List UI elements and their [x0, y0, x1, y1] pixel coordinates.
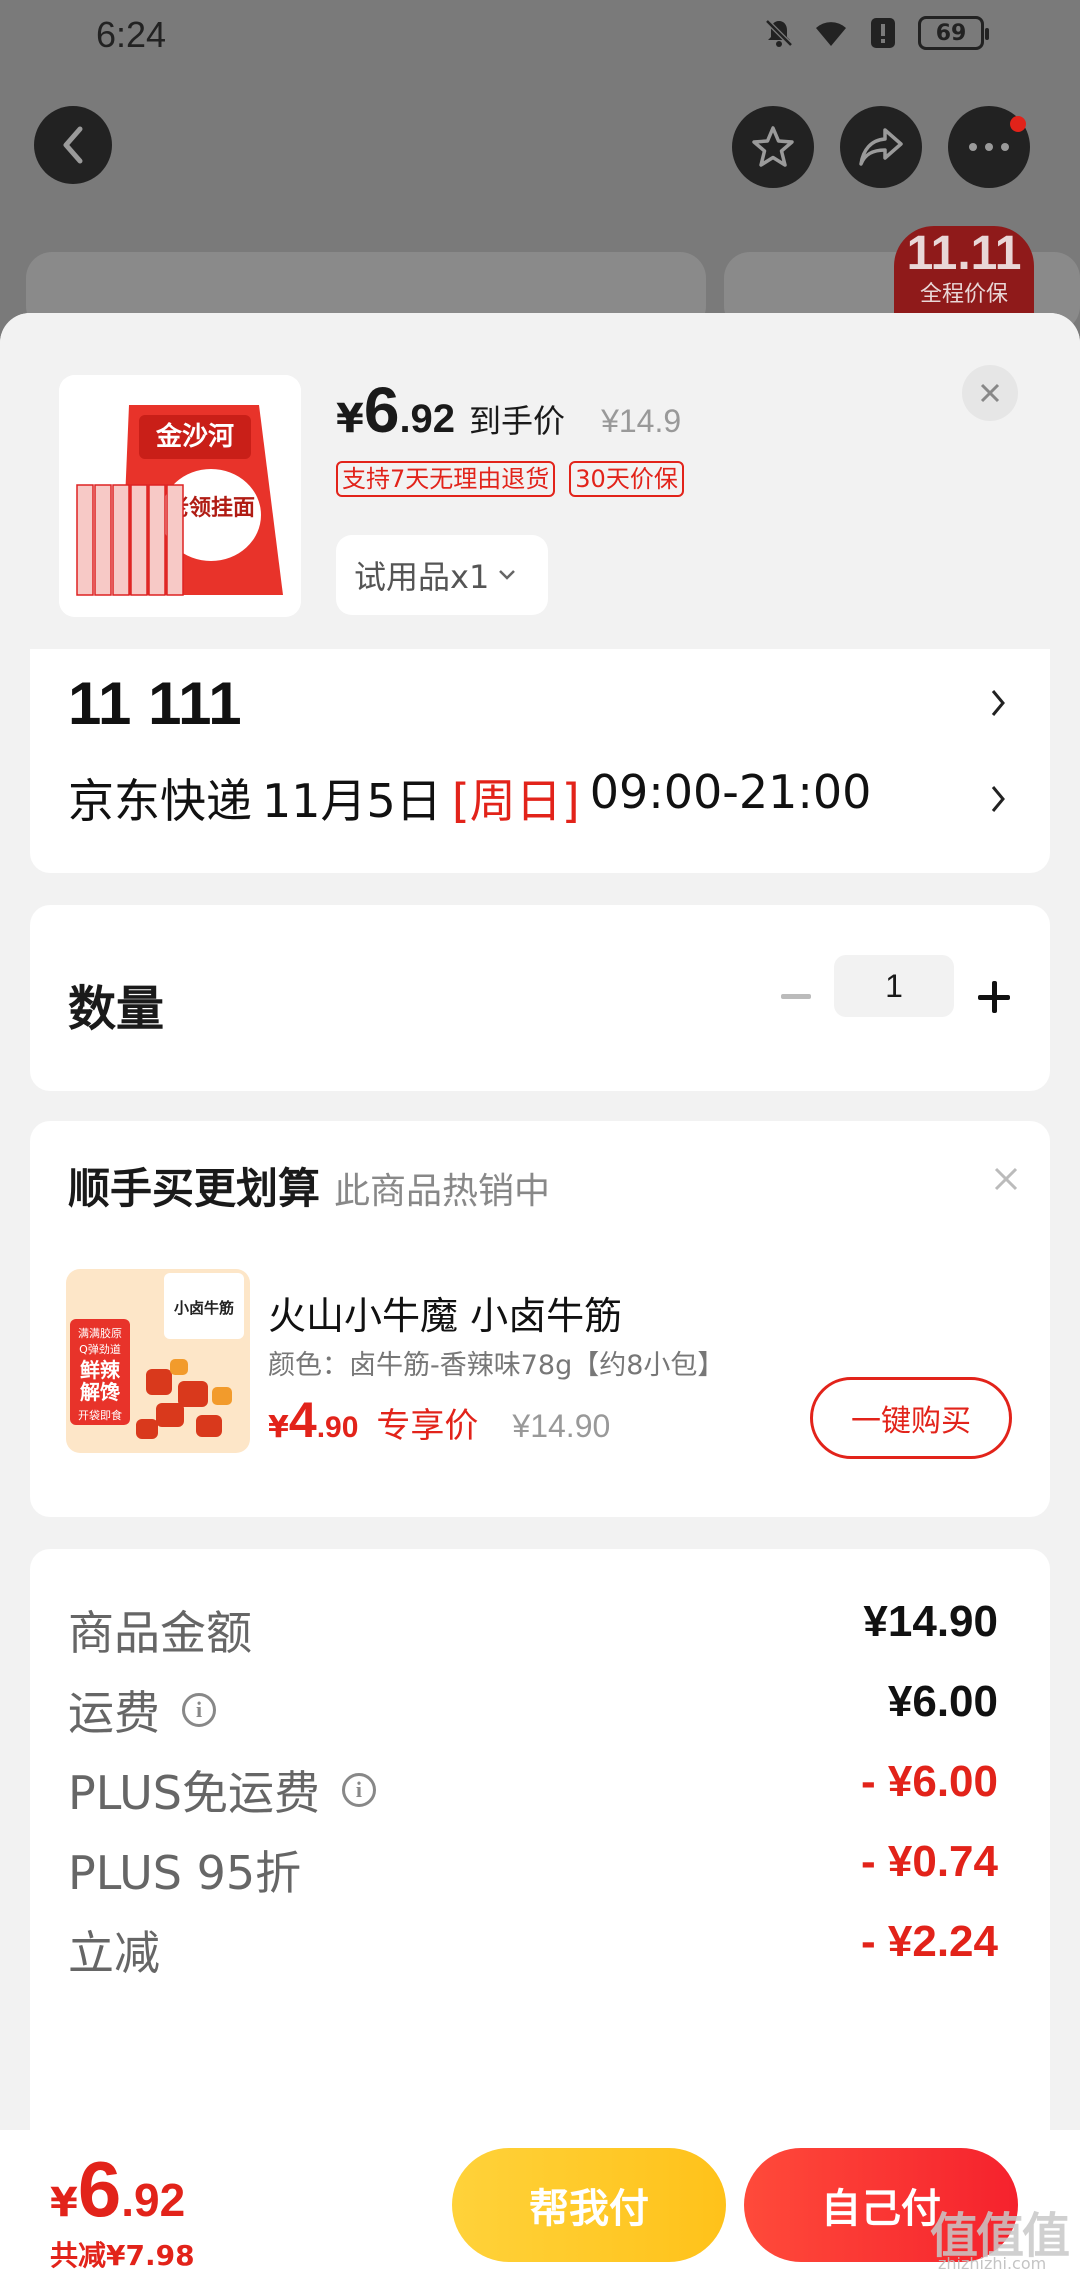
price-row: ¥ 6 .92 到手价 ¥14.9	[336, 373, 681, 447]
back-icon	[63, 126, 83, 164]
upsell-price-integer: 4	[288, 1392, 317, 1448]
total-price: ¥ 6 .92	[50, 2144, 185, 2235]
price-integer: 6	[363, 374, 400, 446]
upsell-original-price: ¥14.90	[512, 1408, 611, 1444]
upsell-subtitle: 此商品热销中	[334, 1171, 551, 1212]
watermark-url: zhizhizhi.com	[938, 2254, 1047, 2273]
wifi-icon	[814, 16, 848, 50]
upsell-header: 顺手买更划算 此商品热销中	[68, 1155, 550, 1216]
summary-value: ¥14.90	[863, 1597, 998, 1646]
upsell-image-tag: 鲜辣	[80, 1358, 121, 1382]
product-image-brand: 金沙河	[155, 421, 234, 452]
delivery-info[interactable]: 京东快递 11月5日 [周日] 09:00-21:00	[68, 765, 871, 831]
product-header: 金沙河 老领挂面 ¥ 6 .92 到手价 ¥14.9 支持7天无理由退货 30天…	[0, 313, 1080, 651]
status-time: 6:24	[96, 14, 167, 55]
status-bar: 6:24 69	[0, 0, 1080, 80]
close-icon	[980, 383, 1000, 403]
delivery-day: [周日]	[451, 774, 580, 828]
promo-banner-subtitle: 全程价保	[919, 282, 1008, 307]
upsell-image-label: 小卤牛筋	[174, 1299, 234, 1317]
total-integer: 6	[77, 2145, 122, 2233]
quantity-card: 数量 1	[30, 905, 1050, 1091]
delivery-date: 11月5日	[262, 774, 442, 828]
upsell-card: 顺手买更划算 此商品热销中 满满胶原 Q弹劲道 鲜辣 解馋 开袋即食 小卤牛筋 …	[30, 1121, 1050, 1517]
summary-value: - ¥2.24	[861, 1917, 998, 1966]
upsell-image-tag: 开袋即食	[78, 1408, 122, 1422]
chevron-down-icon	[499, 570, 516, 580]
upsell-image-tag: 满满胶原	[78, 1326, 122, 1340]
total-currency: ¥	[50, 2180, 78, 2226]
summary-value: ¥6.00	[887, 1677, 998, 1726]
promo-banner-title: 11.11	[906, 227, 1022, 280]
back-button[interactable]	[34, 106, 112, 184]
chevron-right-icon[interactable]	[984, 683, 1012, 723]
quantity-decrease-button[interactable]	[774, 975, 818, 1019]
quantity-label: 数量	[68, 981, 165, 1037]
price-label: 到手价	[469, 402, 566, 440]
product-thumbnail: 金沙河 老领挂面	[59, 375, 301, 617]
plus-icon	[978, 981, 1010, 1013]
summary-row: PLUS免运费 i - ¥6.00	[68, 1757, 998, 1820]
upsell-image-tag: Q弹劲道	[79, 1342, 121, 1356]
summary-label: PLUS 95折	[68, 1846, 302, 1900]
delivery-carrier: 京东快递	[68, 774, 252, 828]
service-tag: 支持7天无理由退货	[336, 461, 556, 497]
one-click-buy-button[interactable]: 一键购买	[810, 1377, 1012, 1459]
quantity-value[interactable]: 1	[834, 955, 954, 1017]
more-icon	[969, 143, 1009, 151]
mute-icon	[762, 16, 796, 50]
total-decimal: .92	[121, 2174, 186, 2226]
original-price: ¥14.9	[601, 403, 682, 439]
upsell-product-name[interactable]: 火山小牛魔 小卤牛筋	[268, 1285, 622, 1340]
more-button[interactable]	[948, 106, 1030, 188]
checkout-bar: ¥ 6 .92 共减¥7.98 帮我付 自己付	[0, 2130, 1080, 2280]
upsell-price-decimal: .90	[316, 1411, 359, 1444]
upsell-price-label: 专享价	[376, 1406, 479, 1446]
share-icon	[859, 128, 903, 166]
summary-value: - ¥0.74	[861, 1837, 998, 1886]
battery-icon: 69	[918, 16, 989, 50]
variant-selector[interactable]: 试用品x1	[336, 535, 548, 615]
upsell-close-button[interactable]	[984, 1157, 1028, 1201]
upsell-price-currency: ¥	[268, 1410, 289, 1445]
variant-label: 试用品x1	[354, 558, 490, 596]
upsell-image-tag: 解馋	[80, 1380, 120, 1404]
summary-value: - ¥6.00	[861, 1757, 998, 1806]
price-currency: ¥	[336, 396, 364, 442]
upsell-price-row: ¥ 4 .90 专享价 ¥14.90	[268, 1391, 610, 1449]
share-button[interactable]	[840, 106, 922, 188]
notification-dot	[1010, 116, 1026, 132]
alert-icon	[866, 16, 900, 50]
summary-label: 运费 i	[68, 1677, 216, 1743]
address-card: 11 111 京东快递 11月5日 [周日] 09:00-21:00	[30, 649, 1050, 873]
info-icon[interactable]: i	[182, 1693, 216, 1727]
service-tag: 30天价保	[569, 461, 684, 497]
summary-row: 商品金额 ¥14.90	[68, 1597, 998, 1660]
minus-icon	[781, 994, 811, 999]
summary-label: 商品金额	[68, 1606, 252, 1660]
help-pay-button[interactable]: 帮我付	[452, 2148, 726, 2262]
upsell-title: 顺手买更划算	[68, 1164, 321, 1213]
summary-row: 立减 - ¥2.24	[68, 1917, 998, 1980]
close-button[interactable]	[962, 365, 1018, 421]
service-tags: 支持7天无理由退货 30天价保	[336, 461, 684, 497]
chevron-right-icon[interactable]	[984, 779, 1012, 819]
delivery-time: 09:00-21:00	[589, 765, 872, 819]
status-icons: 69	[762, 16, 989, 50]
checkout-sheet: 金沙河 老领挂面 ¥ 6 .92 到手价 ¥14.9 支持7天无理由退货 30天…	[0, 313, 1080, 2280]
upsell-product-spec: 颜色：卤牛筋-香辣味78g【约8小包】	[268, 1350, 725, 1381]
summary-row: PLUS 95折 - ¥0.74	[68, 1837, 998, 1900]
summary-row: 运费 i ¥6.00	[68, 1677, 998, 1740]
address-line[interactable]: 11 111	[68, 669, 242, 738]
total-discount: 共减¥7.98	[50, 2239, 195, 2272]
summary-label: PLUS免运费 i	[68, 1757, 376, 1823]
quantity-increase-button[interactable]	[972, 975, 1016, 1019]
close-icon	[994, 1167, 1018, 1191]
star-icon	[752, 126, 794, 167]
summary-label: 立减	[68, 1926, 160, 1980]
info-icon[interactable]: i	[341, 1773, 376, 1807]
upsell-thumbnail[interactable]: 满满胶原 Q弹劲道 鲜辣 解馋 开袋即食 小卤牛筋	[66, 1269, 250, 1453]
price-decimal: .92	[399, 397, 456, 441]
favorite-button[interactable]	[732, 106, 814, 188]
